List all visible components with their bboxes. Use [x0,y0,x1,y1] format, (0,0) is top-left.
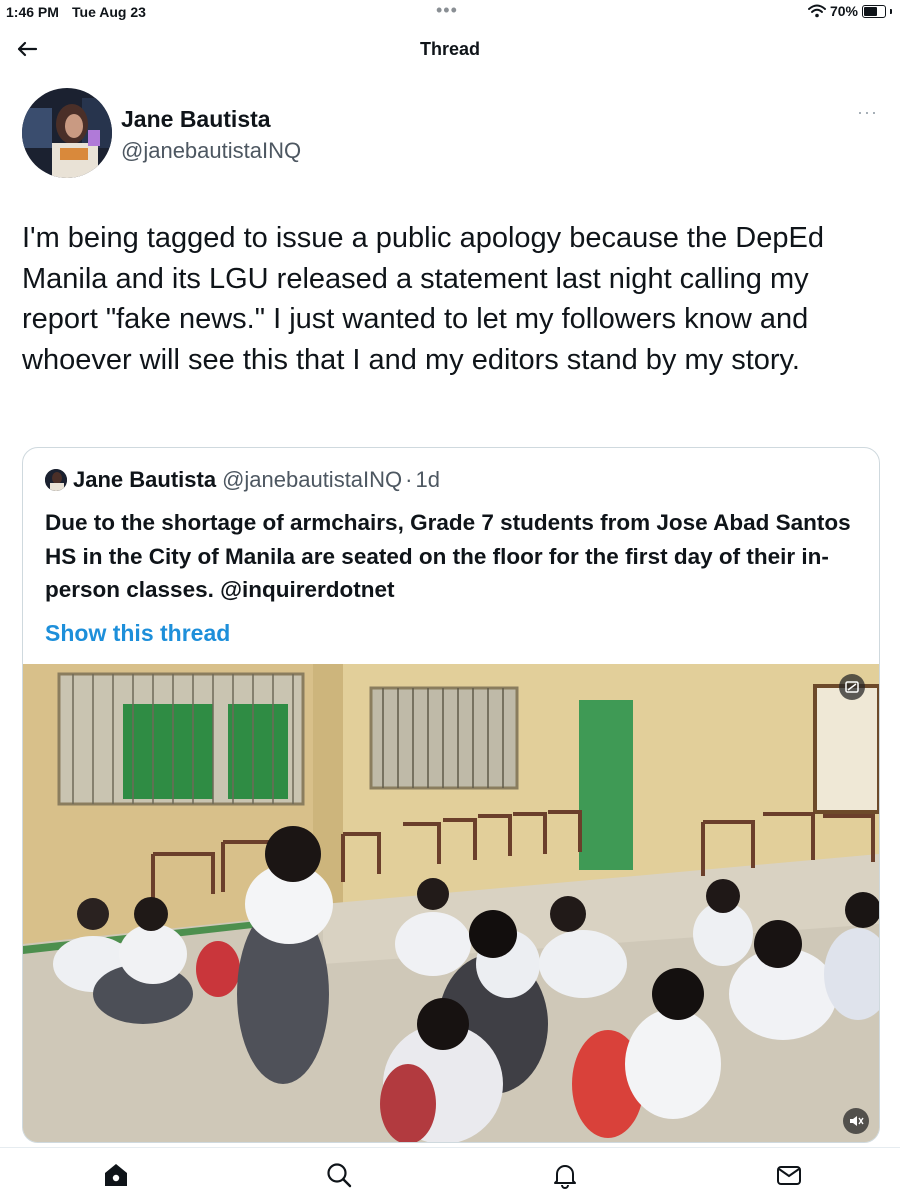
battery-tip [890,8,892,14]
status-bar: 1:46 PM Tue Aug 23 ••• 70% [0,0,900,26]
status-right: 70% [807,3,892,19]
classroom-photo [23,664,879,1142]
notifications-icon[interactable] [550,1160,580,1190]
quoted-tweet[interactable]: Jane Bautista @janebautistaINQ · 1d Due … [22,447,880,1143]
quote-media-image[interactable] [23,664,879,1142]
quote-author-handle: @janebautistaINQ [222,467,403,492]
mute-icon[interactable] [843,1108,869,1134]
quote-avatar [45,469,67,491]
author-name[interactable]: Jane Bautista [121,106,271,133]
author-handle[interactable]: @janebautistaINQ [121,138,301,164]
tweet-author: Jane Bautista @janebautistaINQ ··· [22,88,882,184]
status-date: Tue Aug 23 [72,4,146,20]
bottom-tab-bar [0,1147,900,1201]
gif-icon[interactable] [839,674,865,700]
tweet-text: I'm being tagged to issue a public apolo… [22,222,824,376]
search-icon[interactable] [324,1160,354,1190]
battery-percent: 70% [829,3,858,19]
quote-separator: · [405,467,413,492]
battery-icon [862,4,886,18]
more-options-icon[interactable]: ··· [857,102,878,123]
show-thread-link[interactable]: Show this thread [45,620,230,647]
home-icon[interactable] [101,1160,131,1190]
quote-text: Due to the shortage of armchairs, Grade … [45,510,851,602]
quote-author-name: Jane Bautista [73,467,217,492]
status-time: 1:46 PM [6,4,59,20]
multitasking-dots[interactable]: ••• [436,0,458,21]
avatar[interactable] [22,88,112,178]
messages-icon[interactable] [774,1160,804,1190]
wifi-icon [807,4,826,18]
quote-timestamp: 1d [415,467,440,492]
page-title: Thread [419,39,480,59]
nav-bar: Thread [0,26,900,76]
quote-header: Jane Bautista @janebautistaINQ · 1d [45,467,440,493]
battery-level [864,6,878,16]
